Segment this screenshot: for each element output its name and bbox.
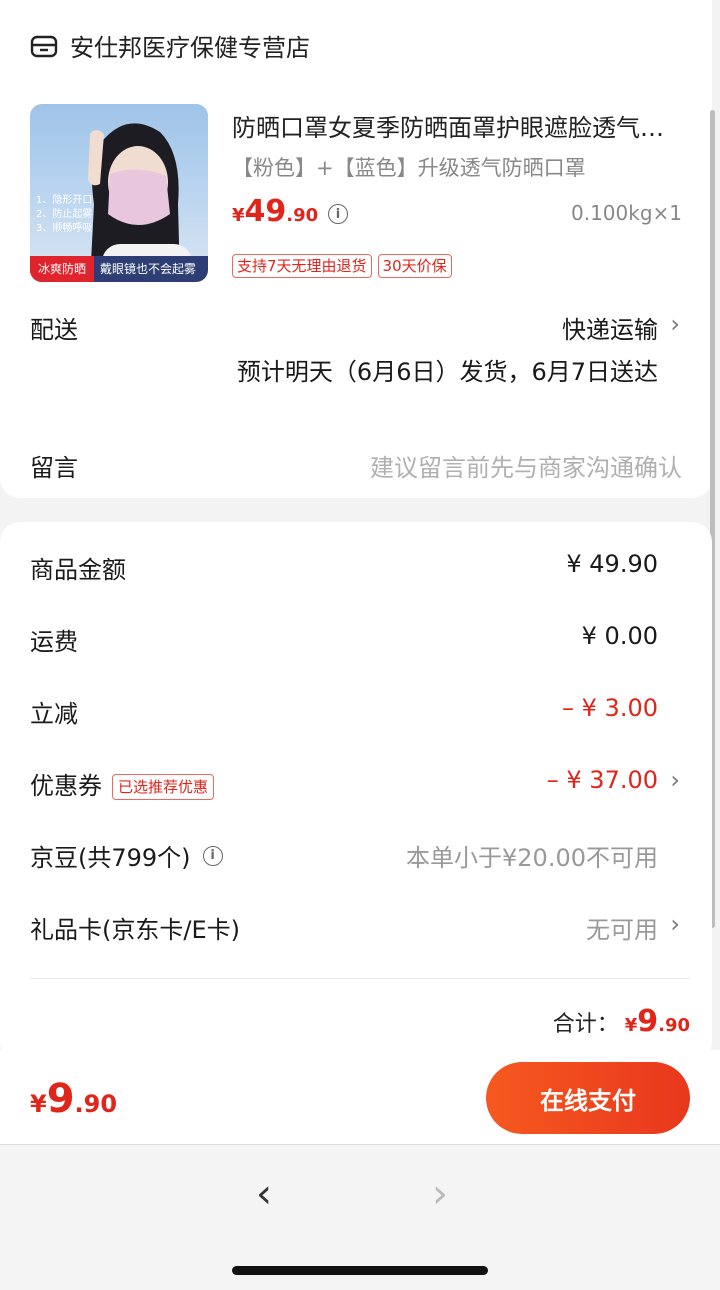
coupon-chevron-icon[interactable]: ›: [670, 766, 680, 794]
product-title[interactable]: 防晒口罩女夏季防晒面罩护眼遮脸透气冰丝: [232, 108, 682, 143]
coupon-row[interactable]: 优惠券 已选推荐优惠: [30, 766, 215, 801]
home-indicator[interactable]: [232, 1266, 488, 1275]
jd-bean-row: 京豆(共799个) i: [30, 838, 223, 873]
image-bullet: 3、顺畅呼吸: [36, 223, 93, 234]
image-tag-left: 冰爽防晒: [30, 256, 95, 282]
delivery-estimate: 预计明天（6月6日）发货，6月7日送达: [236, 358, 658, 386]
image-tag-right: 戴眼镜也不会起雾: [100, 262, 197, 276]
service-badges: 支持7天无理由退货 30天价保: [232, 254, 452, 278]
price-info-icon[interactable]: i: [328, 204, 348, 224]
price-protect-badge: 30天价保: [377, 254, 452, 278]
bottom-total-price: ¥ 9 .90: [30, 1076, 117, 1122]
jd-bean-label: 京豆(共799个): [30, 844, 191, 872]
product-spec: 【粉色】+【蓝色】升级透气防晒口罩: [232, 156, 586, 180]
store-icon: [30, 35, 58, 57]
note-input[interactable]: 建议留言前先与商家沟通确认: [370, 448, 682, 483]
note-label: 留言: [30, 454, 78, 482]
return-policy-badge: 支持7天无理由退货: [232, 254, 372, 278]
delivery-method[interactable]: 快递运输: [562, 310, 658, 345]
bottom-currency: ¥: [30, 1090, 47, 1118]
product-weight-qty: 0.100kg×1: [570, 201, 682, 225]
total-price: ¥ 9 .90: [625, 1004, 690, 1039]
total-integer: 9: [637, 1004, 659, 1039]
bottom-pay-bar: ¥ 9 .90 在线支付: [0, 1050, 720, 1144]
product-image-tagbar: 冰爽防晒 戴眼镜也不会起雾: [30, 256, 208, 282]
total-row: 合计： ¥ 9 .90: [553, 1004, 690, 1039]
store-name: 安仕邦医疗保健专营店: [70, 34, 310, 62]
delivery-chevron-icon[interactable]: ›: [670, 310, 680, 338]
price-summary-card: 商品金额 ¥ 49.90 运费 ¥ 0.00 立减 – ¥ 3.00 优惠券 已选…: [0, 522, 712, 1062]
coupon-label: 优惠券: [30, 772, 102, 800]
forward-arrow-icon[interactable]: ›: [432, 1171, 448, 1217]
shipping-label: 运费: [30, 628, 78, 656]
product-image-bullets: 1、隐形开口 2、防止起雾 3、顺畅呼吸: [36, 194, 92, 236]
delivery-label: 配送: [30, 316, 78, 344]
product-image[interactable]: 1、隐形开口 2、防止起雾 3、顺畅呼吸 冰爽防晒 戴眼镜也不会起雾: [30, 104, 208, 282]
goods-amount-label: 商品金额: [30, 556, 126, 584]
order-item-card: 安仕邦医疗保健专营店 1、隐形开口 2、防止起雾 3、顺畅呼吸 冰爽防晒 戴眼镜…: [0, 0, 712, 498]
divider: [30, 978, 690, 979]
product-price: ¥ 49 .90: [232, 194, 318, 229]
price-currency: ¥: [232, 205, 245, 226]
giftcard-chevron-icon[interactable]: ›: [670, 910, 680, 938]
giftcard-label: 礼品卡(京东卡/E卡): [30, 916, 240, 944]
store-header[interactable]: 安仕邦医疗保健专营店: [30, 28, 310, 63]
total-decimal: .90: [658, 1015, 690, 1036]
goods-amount-value: ¥ 49.90: [566, 550, 658, 578]
coupon-badge: 已选推荐优惠: [112, 774, 215, 800]
image-bullet: 1、隐形开口: [36, 195, 93, 206]
shipping-value: ¥ 0.00: [581, 622, 658, 650]
price-integer: 49: [244, 194, 287, 229]
image-bullet: 2、防止起雾: [36, 209, 93, 220]
back-arrow-icon[interactable]: ‹: [256, 1171, 272, 1217]
total-label: 合计：: [552, 1012, 619, 1037]
giftcard-value[interactable]: 无可用: [586, 910, 658, 945]
jd-bean-info-icon[interactable]: i: [202, 845, 223, 866]
discount-value: – ¥ 3.00: [562, 694, 658, 722]
bottom-integer: 9: [46, 1076, 75, 1122]
price-decimal: .90: [286, 205, 319, 226]
coupon-value[interactable]: – ¥ 37.00: [547, 766, 658, 794]
total-currency: ¥: [624, 1015, 638, 1036]
bottom-decimal: .90: [74, 1090, 118, 1118]
pay-online-button[interactable]: 在线支付: [486, 1062, 690, 1134]
jd-bean-value: 本单小于¥20.00不可用: [406, 844, 658, 872]
discount-label: 立减: [30, 700, 78, 728]
